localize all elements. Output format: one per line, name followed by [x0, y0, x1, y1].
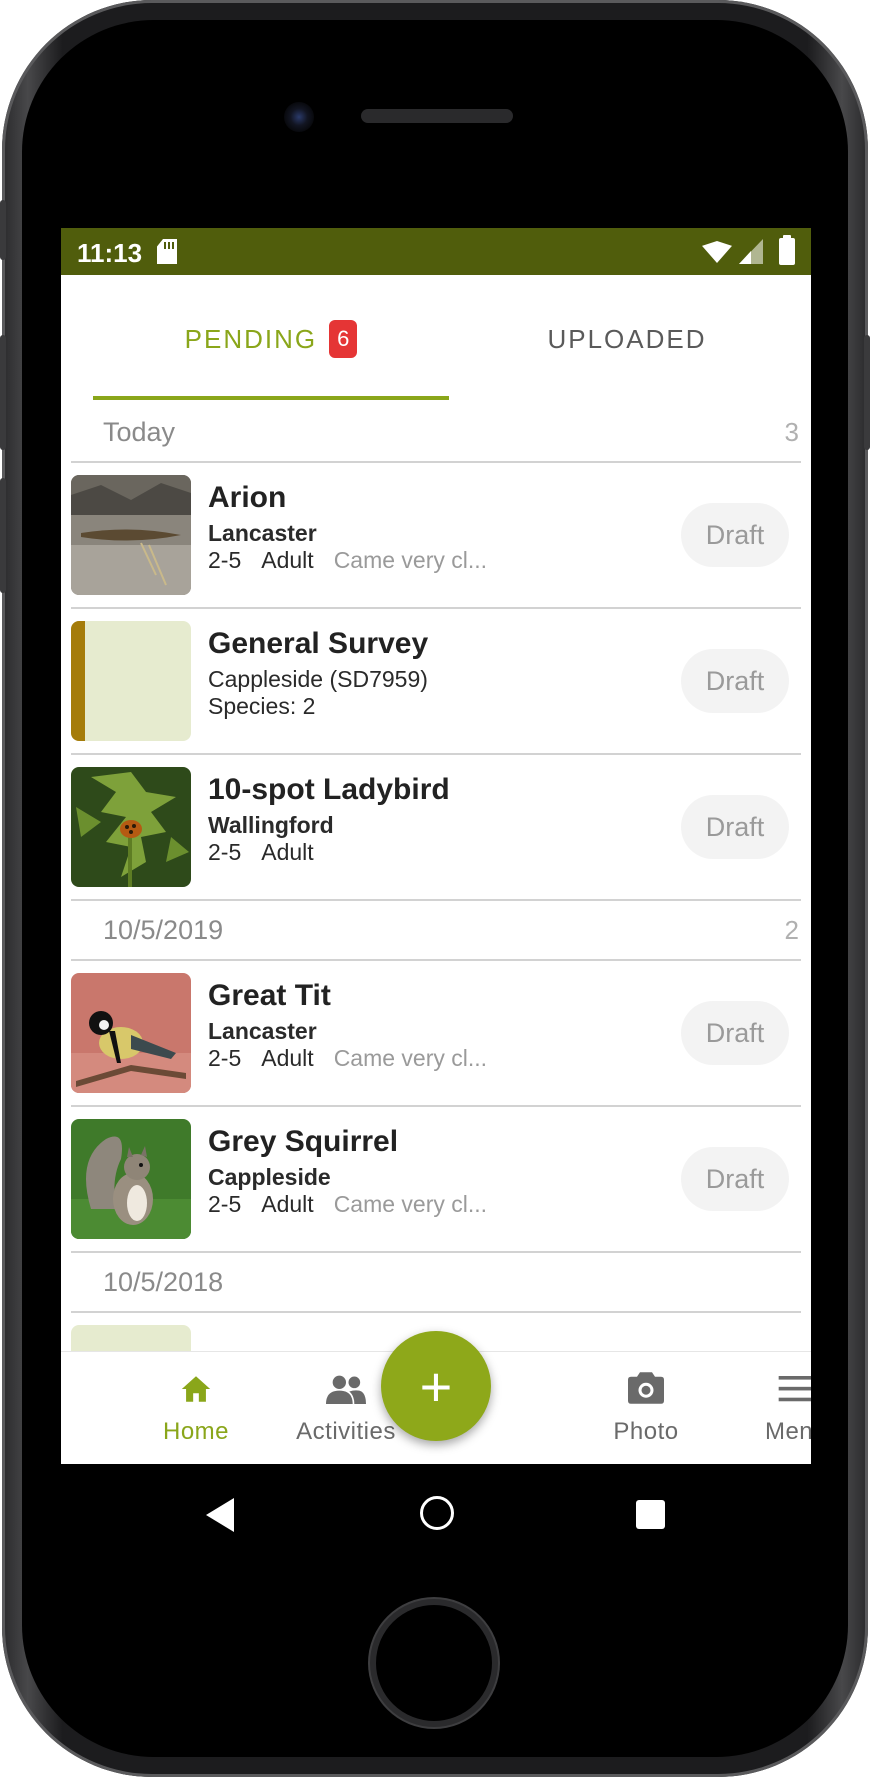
date-divider: 10/5/2019 2 — [71, 901, 801, 961]
survey-color-bar — [71, 621, 85, 741]
mute-switch — [0, 200, 6, 260]
back-icon[interactable] — [206, 1498, 234, 1532]
draft-status-button[interactable]: Draft — [681, 795, 789, 859]
add-record-button[interactable]: + — [381, 1331, 491, 1441]
record-stage: Adult — [261, 547, 314, 573]
tab-uploaded-label: UPLOADED — [547, 323, 707, 354]
record-location: Lancaster — [208, 520, 317, 546]
record-location: Lancaster — [208, 1018, 317, 1044]
record-comment: Came very cl... — [333, 547, 488, 573]
date-count: 2 — [784, 915, 799, 945]
records-list[interactable]: Today 3 Arion Lancaster 2-5 Adult Came ver… — [71, 403, 801, 1459]
hamburger-icon — [778, 1376, 811, 1402]
draft-status-button[interactable]: Draft — [681, 1001, 789, 1065]
record-photo — [71, 1119, 191, 1239]
record-meta: Species: 2 — [208, 693, 315, 720]
nav-menu[interactable]: Menu — [721, 1352, 811, 1464]
date-label: 10/5/2018 — [103, 1267, 224, 1297]
record-count: 2-5 — [208, 1191, 242, 1217]
nav-menu-label: Menu — [764, 1418, 811, 1445]
record-comment: Came very cl... — [333, 1191, 488, 1217]
tab-pending-label: PENDING — [184, 323, 318, 354]
survey-thumbnail — [71, 621, 191, 741]
record-meta: 2-5 Adult Came very cl... — [208, 547, 487, 574]
record-item-10-spot-ladybird[interactable]: 10-spot Ladybird Wallingford 2-5 Adult Dr… — [71, 755, 801, 901]
signal-strength-fill — [739, 251, 751, 264]
date-label: 10/5/2019 — [103, 915, 224, 945]
earpiece-speaker — [361, 109, 513, 123]
record-photo — [71, 475, 191, 595]
pending-count-badge: 6 — [329, 320, 358, 358]
record-location: Wallingford — [208, 812, 334, 838]
plus-icon: + — [419, 1354, 453, 1418]
record-meta: 2-5 Adult Came very cl... — [208, 1191, 487, 1218]
volume-down-button — [0, 478, 6, 593]
battery-icon — [779, 235, 795, 265]
nav-photo[interactable]: Photo — [571, 1352, 721, 1464]
records-tabs: PENDING 6 UPLOADED — [61, 275, 811, 403]
record-item-arion[interactable]: Arion Lancaster 2-5 Adult Came very cl... … — [71, 463, 801, 609]
record-count: 2-5 — [208, 839, 242, 865]
date-divider: Today 3 — [71, 403, 801, 463]
record-title: 10-spot Ladybird — [208, 773, 450, 806]
record-comment: Came very cl... — [333, 1045, 488, 1071]
record-location: Cappleside — [208, 1164, 331, 1190]
nav-home[interactable]: Home — [121, 1352, 271, 1464]
draft-status-button[interactable]: Draft — [681, 503, 789, 567]
record-photo — [71, 973, 191, 1093]
wifi-icon — [702, 241, 732, 263]
status-time: 11:13 — [77, 238, 143, 268]
tab-pending[interactable]: PENDING 6 — [93, 275, 449, 403]
record-title: Arion — [208, 481, 287, 514]
volume-up-button — [0, 335, 6, 450]
date-count: 3 — [784, 417, 799, 447]
record-title: Grey Squirrel — [208, 1125, 399, 1158]
record-item-great-tit[interactable]: Great Tit Lancaster 2-5 Adult Came very cl… — [71, 961, 801, 1107]
nav-home-label: Home — [162, 1418, 230, 1445]
record-photo — [71, 767, 191, 887]
record-stage: Adult — [261, 1191, 314, 1217]
hardware-home-button[interactable] — [370, 1599, 498, 1727]
record-stage: Adult — [261, 1045, 314, 1071]
record-title: General Survey — [208, 627, 429, 660]
record-location: Cappleside (SD7959) — [208, 666, 428, 692]
people-icon — [326, 1375, 366, 1404]
record-stage: Adult — [261, 839, 314, 865]
app-screen: 11:13 PENDING 6 UPLOADED Today 3 Arion L… — [61, 228, 811, 1464]
record-count: 2-5 — [208, 547, 242, 573]
record-count: 2-5 — [208, 1045, 242, 1071]
record-item-general-survey[interactable]: General Survey Cappleside (SD7959) Speci… — [71, 609, 801, 755]
date-label: Today — [103, 417, 176, 447]
date-divider: 10/5/2018 — [71, 1253, 801, 1313]
active-tab-indicator — [93, 396, 449, 400]
species-count: Species: 2 — [208, 693, 316, 719]
record-meta: 2-5 Adult — [208, 839, 314, 866]
tab-uploaded[interactable]: UPLOADED — [449, 275, 805, 403]
record-meta: 2-5 Adult Came very cl... — [208, 1045, 487, 1072]
home-icon — [181, 1376, 211, 1402]
status-bar: 11:13 — [61, 228, 811, 275]
android-home-icon[interactable] — [420, 1496, 454, 1530]
draft-status-button[interactable]: Draft — [681, 649, 789, 713]
recents-icon[interactable] — [636, 1500, 665, 1529]
nav-photo-label: Photo — [613, 1418, 679, 1445]
camera-icon — [628, 1372, 664, 1404]
android-nav-bar — [61, 1464, 811, 1564]
record-item-grey-squirrel[interactable]: Grey Squirrel Cappleside 2-5 Adult Came ve… — [71, 1107, 801, 1253]
draft-status-button[interactable]: Draft — [681, 1147, 789, 1211]
front-camera — [284, 102, 314, 132]
power-button — [864, 335, 870, 450]
record-title: Great Tit — [208, 979, 331, 1012]
sd-card-icon — [157, 239, 177, 264]
